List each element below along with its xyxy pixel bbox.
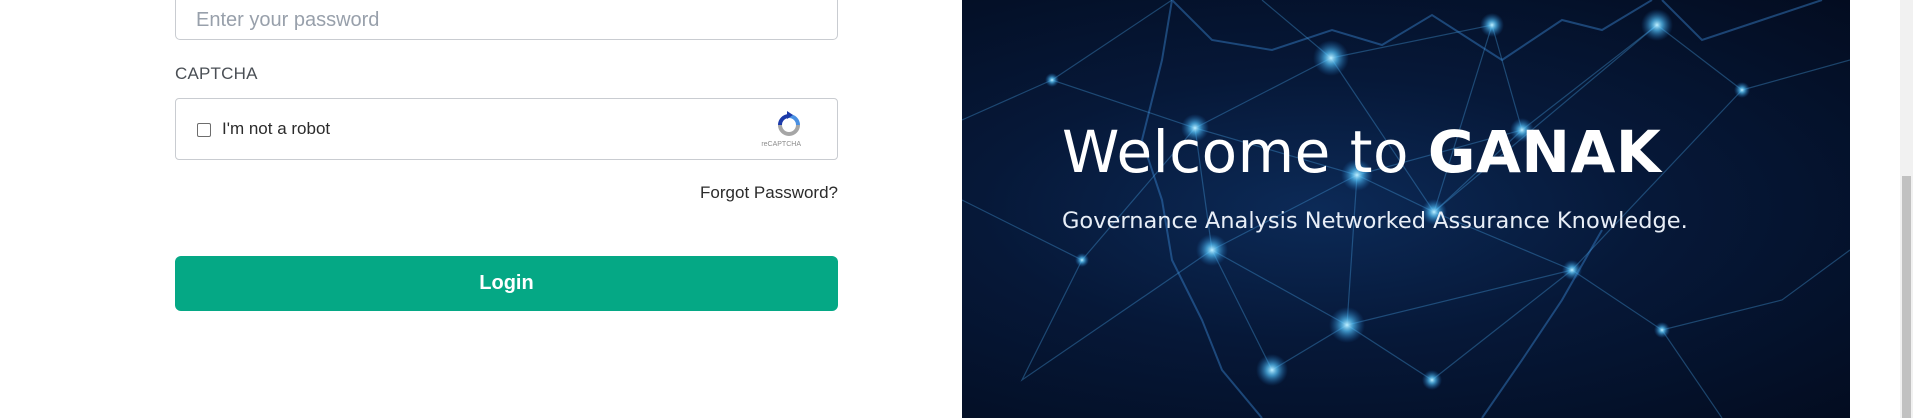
login-button[interactable]: Login bbox=[175, 256, 838, 311]
recaptcha-icon bbox=[778, 111, 800, 136]
recaptcha-widget: I'm not a robot reCAPTCHA bbox=[175, 98, 838, 160]
scrollbar-thumb[interactable] bbox=[1902, 176, 1911, 418]
password-input[interactable] bbox=[175, 0, 838, 40]
banner-title-prefix: Welcome to bbox=[1062, 118, 1428, 186]
welcome-banner: Welcome to GANAK Governance Analysis Net… bbox=[962, 0, 1850, 418]
not-a-robot-label: I'm not a robot bbox=[222, 119, 331, 138]
not-a-robot-checkbox[interactable] bbox=[197, 123, 211, 137]
recaptcha-caption: reCAPTCHA bbox=[761, 141, 801, 148]
banner-subtitle: Governance Analysis Networked Assurance … bbox=[1062, 208, 1688, 234]
login-page: CAPTCHA I'm not a robot reCAPTCHA Forgot… bbox=[0, 0, 1913, 418]
login-form: CAPTCHA I'm not a robot reCAPTCHA Forgot… bbox=[175, 0, 838, 418]
banner-title-brand: GANAK bbox=[1427, 118, 1662, 186]
forgot-password-link[interactable]: Forgot Password? bbox=[700, 183, 838, 203]
captcha-label: CAPTCHA bbox=[175, 64, 258, 83]
banner-title: Welcome to GANAK bbox=[1062, 118, 1661, 186]
